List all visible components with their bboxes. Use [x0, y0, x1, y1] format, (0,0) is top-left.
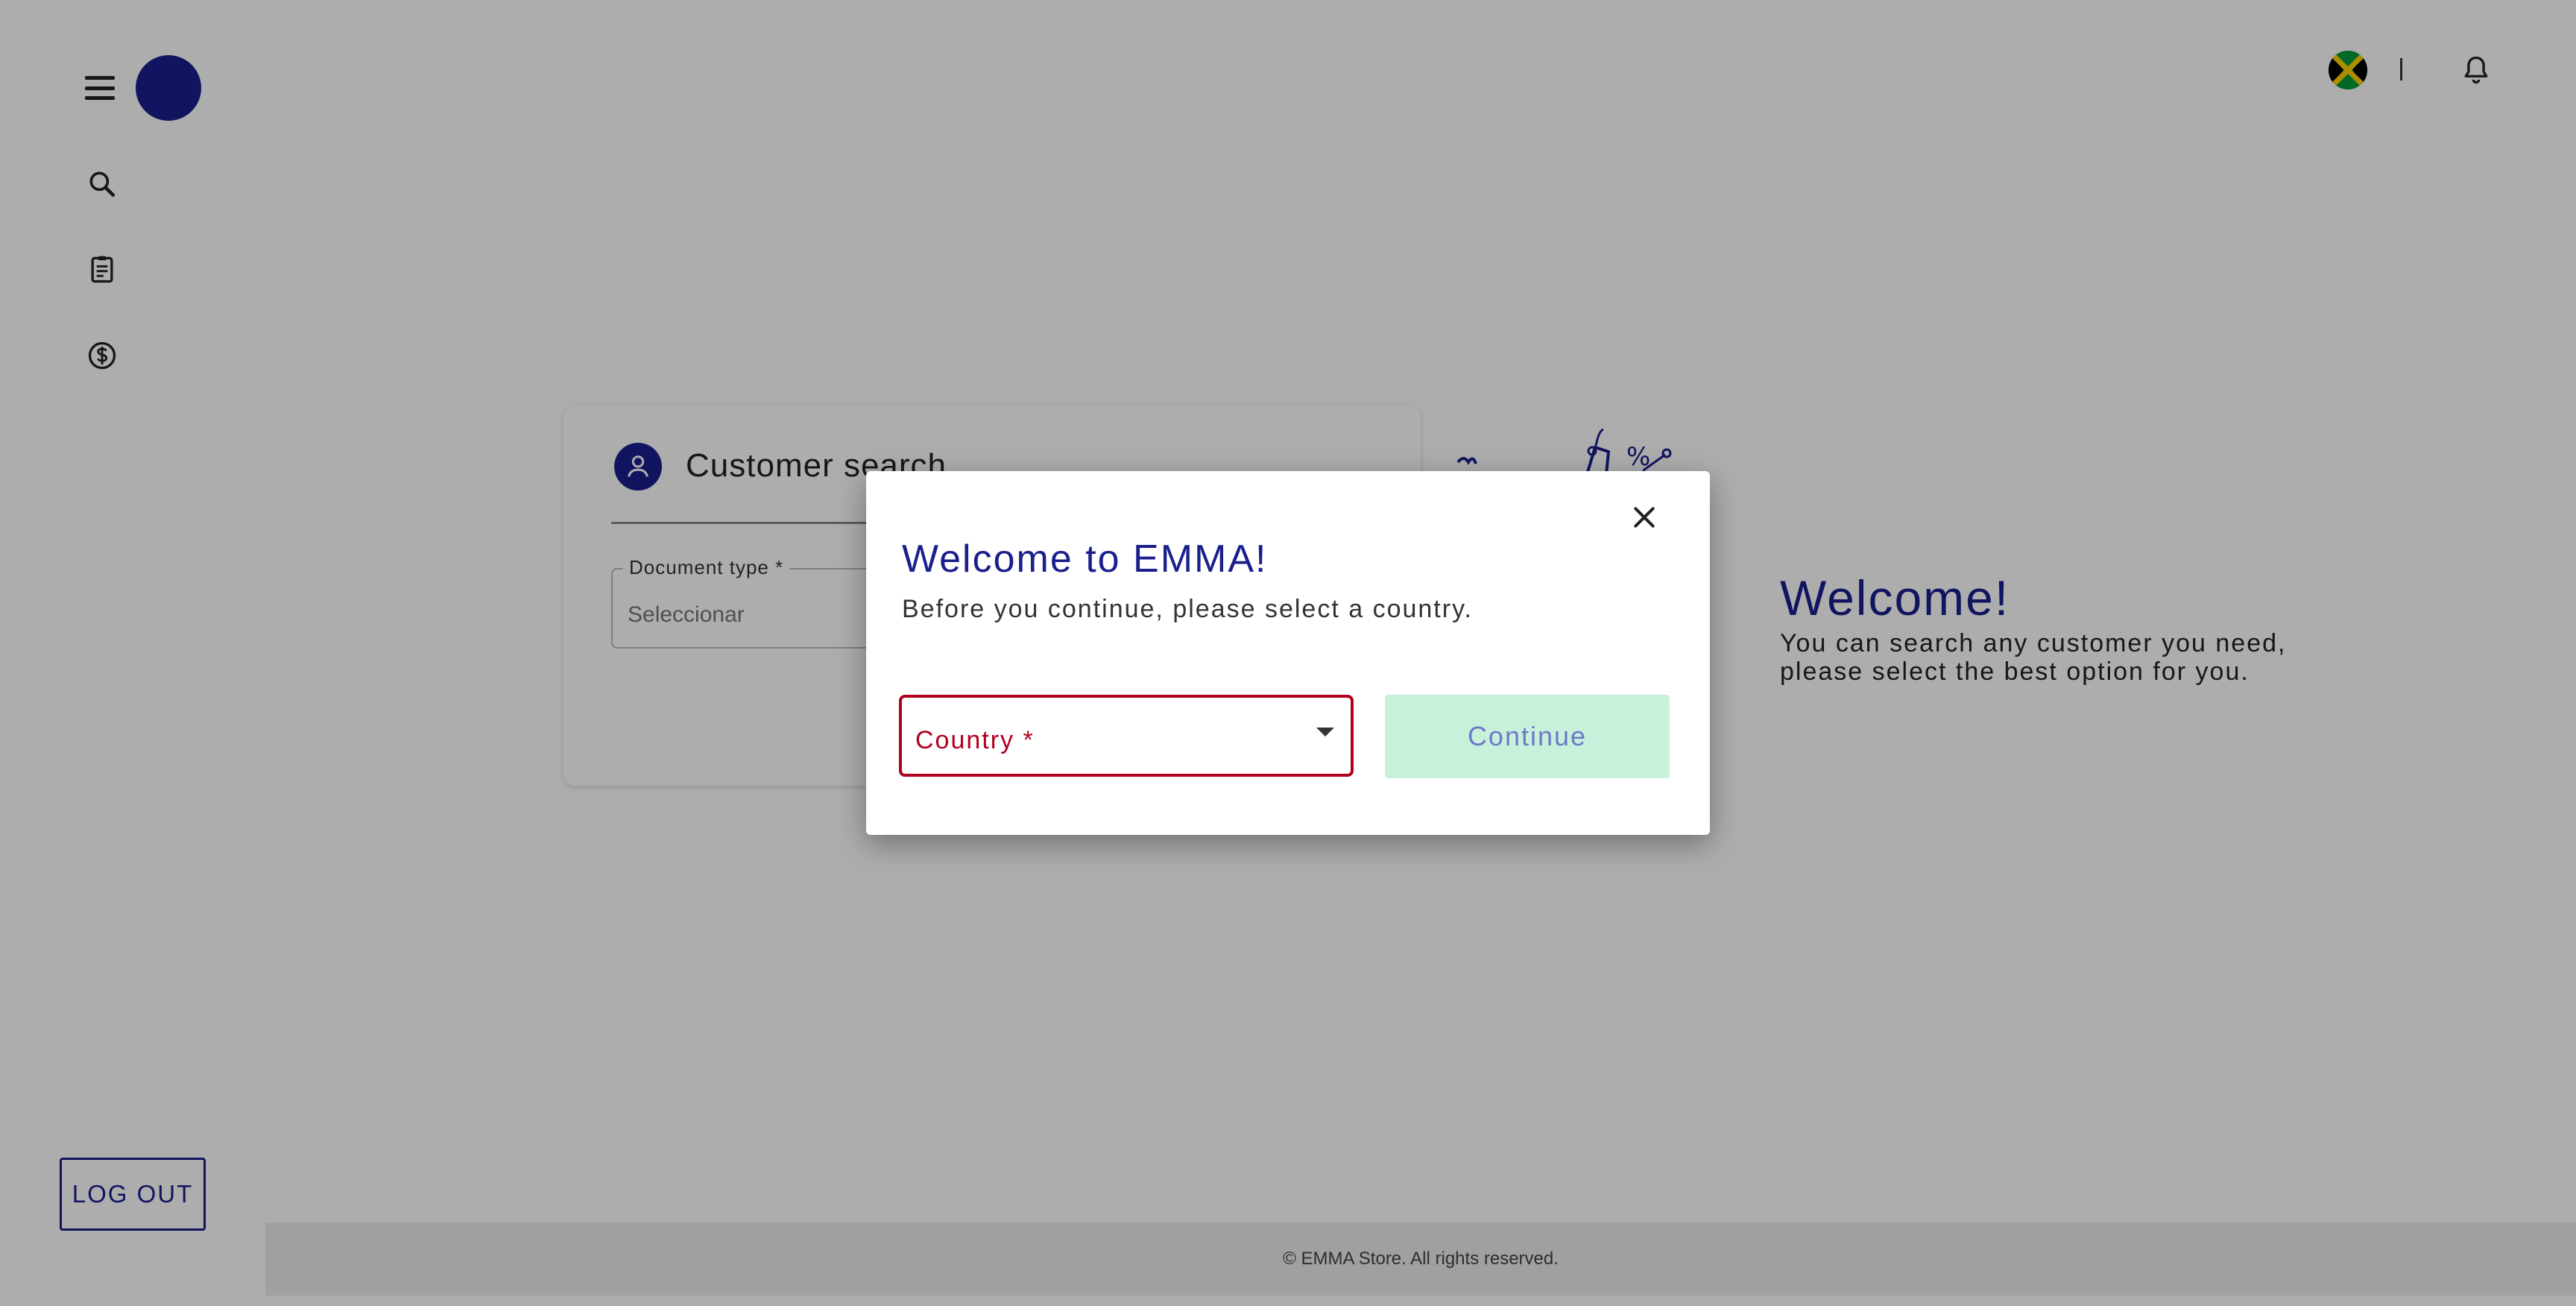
country-select[interactable]: Country * — [899, 695, 1354, 777]
dialog-title: Welcome to EMMA! — [902, 537, 1268, 581]
dialog-subtitle: Before you continue, please select a cou… — [902, 595, 1473, 623]
chevron-down-icon — [1316, 728, 1334, 736]
continue-button[interactable]: Continue — [1385, 695, 1670, 778]
country-label: Country * — [915, 726, 1035, 754]
country-dialog: Welcome to EMMA! Before you continue, pl… — [866, 471, 1710, 835]
close-icon[interactable] — [1625, 498, 1664, 537]
